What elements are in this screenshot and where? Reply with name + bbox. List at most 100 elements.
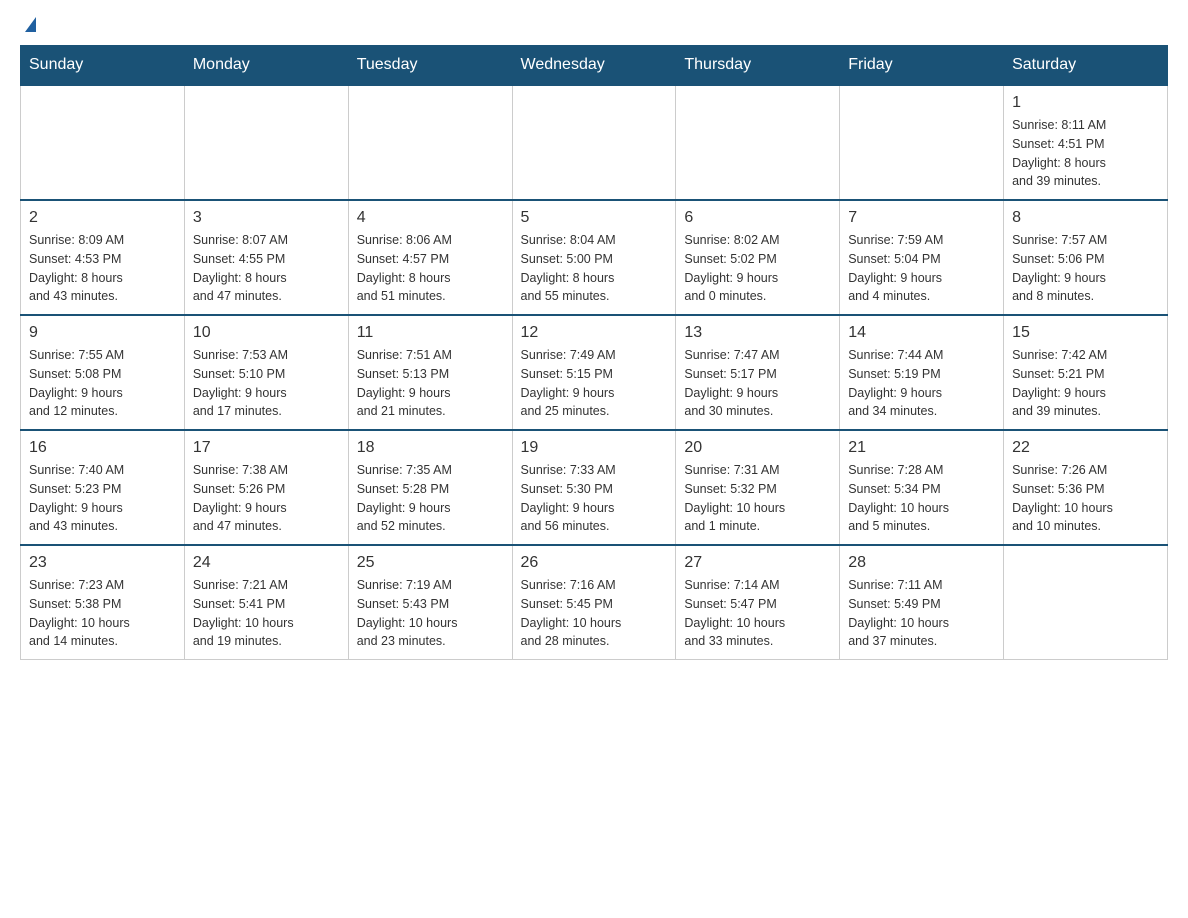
day-info: Sunrise: 7:16 AMSunset: 5:45 PMDaylight:… bbox=[521, 576, 668, 651]
day-number: 24 bbox=[193, 554, 340, 572]
calendar-cell bbox=[1004, 545, 1168, 660]
calendar-cell: 3 Sunrise: 8:07 AMSunset: 4:55 PMDaylight… bbox=[184, 200, 348, 315]
day-info: Sunrise: 7:53 AMSunset: 5:10 PMDaylight:… bbox=[193, 346, 340, 421]
day-info: Sunrise: 8:11 AMSunset: 4:51 PMDaylight:… bbox=[1012, 116, 1159, 191]
calendar-header-row: SundayMondayTuesdayWednesdayThursdayFrid… bbox=[21, 46, 1168, 86]
calendar-cell: 4 Sunrise: 8:06 AMSunset: 4:57 PMDaylight… bbox=[348, 200, 512, 315]
calendar-cell: 15 Sunrise: 7:42 AMSunset: 5:21 PMDayligh… bbox=[1004, 315, 1168, 430]
calendar-cell bbox=[840, 85, 1004, 200]
calendar-cell: 25 Sunrise: 7:19 AMSunset: 5:43 PMDayligh… bbox=[348, 545, 512, 660]
calendar-cell: 28 Sunrise: 7:11 AMSunset: 5:49 PMDayligh… bbox=[840, 545, 1004, 660]
calendar-cell: 24 Sunrise: 7:21 AMSunset: 5:41 PMDayligh… bbox=[184, 545, 348, 660]
day-number: 3 bbox=[193, 209, 340, 227]
day-number: 19 bbox=[521, 439, 668, 457]
day-info: Sunrise: 7:11 AMSunset: 5:49 PMDaylight:… bbox=[848, 576, 995, 651]
calendar-cell: 9 Sunrise: 7:55 AMSunset: 5:08 PMDaylight… bbox=[21, 315, 185, 430]
day-number: 21 bbox=[848, 439, 995, 457]
day-info: Sunrise: 7:19 AMSunset: 5:43 PMDaylight:… bbox=[357, 576, 504, 651]
calendar-cell: 22Sunrise: 7:26 AMSunset: 5:36 PMDayligh… bbox=[1004, 430, 1168, 545]
weekday-header-tuesday: Tuesday bbox=[348, 46, 512, 86]
calendar-cell: 13 Sunrise: 7:47 AMSunset: 5:17 PMDayligh… bbox=[676, 315, 840, 430]
logo-triangle-icon bbox=[25, 17, 36, 32]
day-number: 12 bbox=[521, 324, 668, 342]
day-info: Sunrise: 7:51 AMSunset: 5:13 PMDaylight:… bbox=[357, 346, 504, 421]
week-row-3: 9 Sunrise: 7:55 AMSunset: 5:08 PMDaylight… bbox=[21, 315, 1168, 430]
calendar-cell: 17 Sunrise: 7:38 AMSunset: 5:26 PMDayligh… bbox=[184, 430, 348, 545]
day-info: Sunrise: 8:06 AMSunset: 4:57 PMDaylight:… bbox=[357, 231, 504, 306]
day-number: 4 bbox=[357, 209, 504, 227]
day-number: 13 bbox=[684, 324, 831, 342]
calendar-cell: 18 Sunrise: 7:35 AMSunset: 5:28 PMDayligh… bbox=[348, 430, 512, 545]
day-info: Sunrise: 7:42 AMSunset: 5:21 PMDaylight:… bbox=[1012, 346, 1159, 421]
day-number: 2 bbox=[29, 209, 176, 227]
calendar-cell: 14 Sunrise: 7:44 AMSunset: 5:19 PMDayligh… bbox=[840, 315, 1004, 430]
calendar-cell: 1 Sunrise: 8:11 AMSunset: 4:51 PMDaylight… bbox=[1004, 85, 1168, 200]
day-number: 15 bbox=[1012, 324, 1159, 342]
day-number: 5 bbox=[521, 209, 668, 227]
day-info: Sunrise: 7:21 AMSunset: 5:41 PMDaylight:… bbox=[193, 576, 340, 651]
day-info: Sunrise: 8:04 AMSunset: 5:00 PMDaylight:… bbox=[521, 231, 668, 306]
day-info: Sunrise: 7:31 AMSunset: 5:32 PMDaylight:… bbox=[684, 461, 831, 536]
day-info: Sunrise: 8:09 AMSunset: 4:53 PMDaylight:… bbox=[29, 231, 176, 306]
day-info: Sunrise: 8:07 AMSunset: 4:55 PMDaylight:… bbox=[193, 231, 340, 306]
day-info: Sunrise: 7:23 AMSunset: 5:38 PMDaylight:… bbox=[29, 576, 176, 651]
day-info: Sunrise: 7:55 AMSunset: 5:08 PMDaylight:… bbox=[29, 346, 176, 421]
day-info: Sunrise: 7:59 AMSunset: 5:04 PMDaylight:… bbox=[848, 231, 995, 306]
day-number: 8 bbox=[1012, 209, 1159, 227]
day-number: 28 bbox=[848, 554, 995, 572]
calendar-cell bbox=[184, 85, 348, 200]
page-header bbox=[20, 20, 1168, 35]
day-number: 26 bbox=[521, 554, 668, 572]
week-row-1: 1 Sunrise: 8:11 AMSunset: 4:51 PMDaylight… bbox=[21, 85, 1168, 200]
calendar-cell bbox=[348, 85, 512, 200]
day-number: 18 bbox=[357, 439, 504, 457]
day-number: 1 bbox=[1012, 94, 1159, 112]
day-number: 27 bbox=[684, 554, 831, 572]
calendar-cell: 10 Sunrise: 7:53 AMSunset: 5:10 PMDayligh… bbox=[184, 315, 348, 430]
calendar-cell: 2 Sunrise: 8:09 AMSunset: 4:53 PMDaylight… bbox=[21, 200, 185, 315]
day-number: 16 bbox=[29, 439, 176, 457]
calendar-cell: 8Sunrise: 7:57 AMSunset: 5:06 PMDaylight… bbox=[1004, 200, 1168, 315]
day-info: Sunrise: 7:40 AMSunset: 5:23 PMDaylight:… bbox=[29, 461, 176, 536]
calendar-cell bbox=[21, 85, 185, 200]
week-row-2: 2 Sunrise: 8:09 AMSunset: 4:53 PMDaylight… bbox=[21, 200, 1168, 315]
day-number: 25 bbox=[357, 554, 504, 572]
day-number: 6 bbox=[684, 209, 831, 227]
day-info: Sunrise: 7:44 AMSunset: 5:19 PMDaylight:… bbox=[848, 346, 995, 421]
day-info: Sunrise: 7:28 AMSunset: 5:34 PMDaylight:… bbox=[848, 461, 995, 536]
logo bbox=[20, 20, 36, 35]
calendar-cell: 27 Sunrise: 7:14 AMSunset: 5:47 PMDayligh… bbox=[676, 545, 840, 660]
day-info: Sunrise: 7:47 AMSunset: 5:17 PMDaylight:… bbox=[684, 346, 831, 421]
weekday-header-saturday: Saturday bbox=[1004, 46, 1168, 86]
calendar-cell: 23Sunrise: 7:23 AMSunset: 5:38 PMDayligh… bbox=[21, 545, 185, 660]
calendar-cell: 16 Sunrise: 7:40 AMSunset: 5:23 PMDayligh… bbox=[21, 430, 185, 545]
day-number: 9 bbox=[29, 324, 176, 342]
calendar-cell: 19Sunrise: 7:33 AMSunset: 5:30 PMDayligh… bbox=[512, 430, 676, 545]
calendar-cell: 12 Sunrise: 7:49 AMSunset: 5:15 PMDayligh… bbox=[512, 315, 676, 430]
weekday-header-sunday: Sunday bbox=[21, 46, 185, 86]
day-number: 17 bbox=[193, 439, 340, 457]
day-number: 11 bbox=[357, 324, 504, 342]
week-row-5: 23Sunrise: 7:23 AMSunset: 5:38 PMDayligh… bbox=[21, 545, 1168, 660]
day-info: Sunrise: 7:49 AMSunset: 5:15 PMDaylight:… bbox=[521, 346, 668, 421]
day-number: 10 bbox=[193, 324, 340, 342]
day-info: Sunrise: 8:02 AMSunset: 5:02 PMDaylight:… bbox=[684, 231, 831, 306]
day-info: Sunrise: 7:38 AMSunset: 5:26 PMDaylight:… bbox=[193, 461, 340, 536]
weekday-header-friday: Friday bbox=[840, 46, 1004, 86]
calendar-cell: 7Sunrise: 7:59 AMSunset: 5:04 PMDaylight… bbox=[840, 200, 1004, 315]
calendar-cell: 11 Sunrise: 7:51 AMSunset: 5:13 PMDayligh… bbox=[348, 315, 512, 430]
calendar-cell: 26 Sunrise: 7:16 AMSunset: 5:45 PMDayligh… bbox=[512, 545, 676, 660]
calendar-table: SundayMondayTuesdayWednesdayThursdayFrid… bbox=[20, 45, 1168, 660]
weekday-header-wednesday: Wednesday bbox=[512, 46, 676, 86]
day-info: Sunrise: 7:35 AMSunset: 5:28 PMDaylight:… bbox=[357, 461, 504, 536]
calendar-cell bbox=[676, 85, 840, 200]
week-row-4: 16 Sunrise: 7:40 AMSunset: 5:23 PMDayligh… bbox=[21, 430, 1168, 545]
weekday-header-monday: Monday bbox=[184, 46, 348, 86]
calendar-cell: 21 Sunrise: 7:28 AMSunset: 5:34 PMDayligh… bbox=[840, 430, 1004, 545]
calendar-cell bbox=[512, 85, 676, 200]
day-number: 20 bbox=[684, 439, 831, 457]
day-info: Sunrise: 7:26 AMSunset: 5:36 PMDaylight:… bbox=[1012, 461, 1159, 536]
day-number: 14 bbox=[848, 324, 995, 342]
calendar-cell: 20 Sunrise: 7:31 AMSunset: 5:32 PMDayligh… bbox=[676, 430, 840, 545]
day-info: Sunrise: 7:14 AMSunset: 5:47 PMDaylight:… bbox=[684, 576, 831, 651]
